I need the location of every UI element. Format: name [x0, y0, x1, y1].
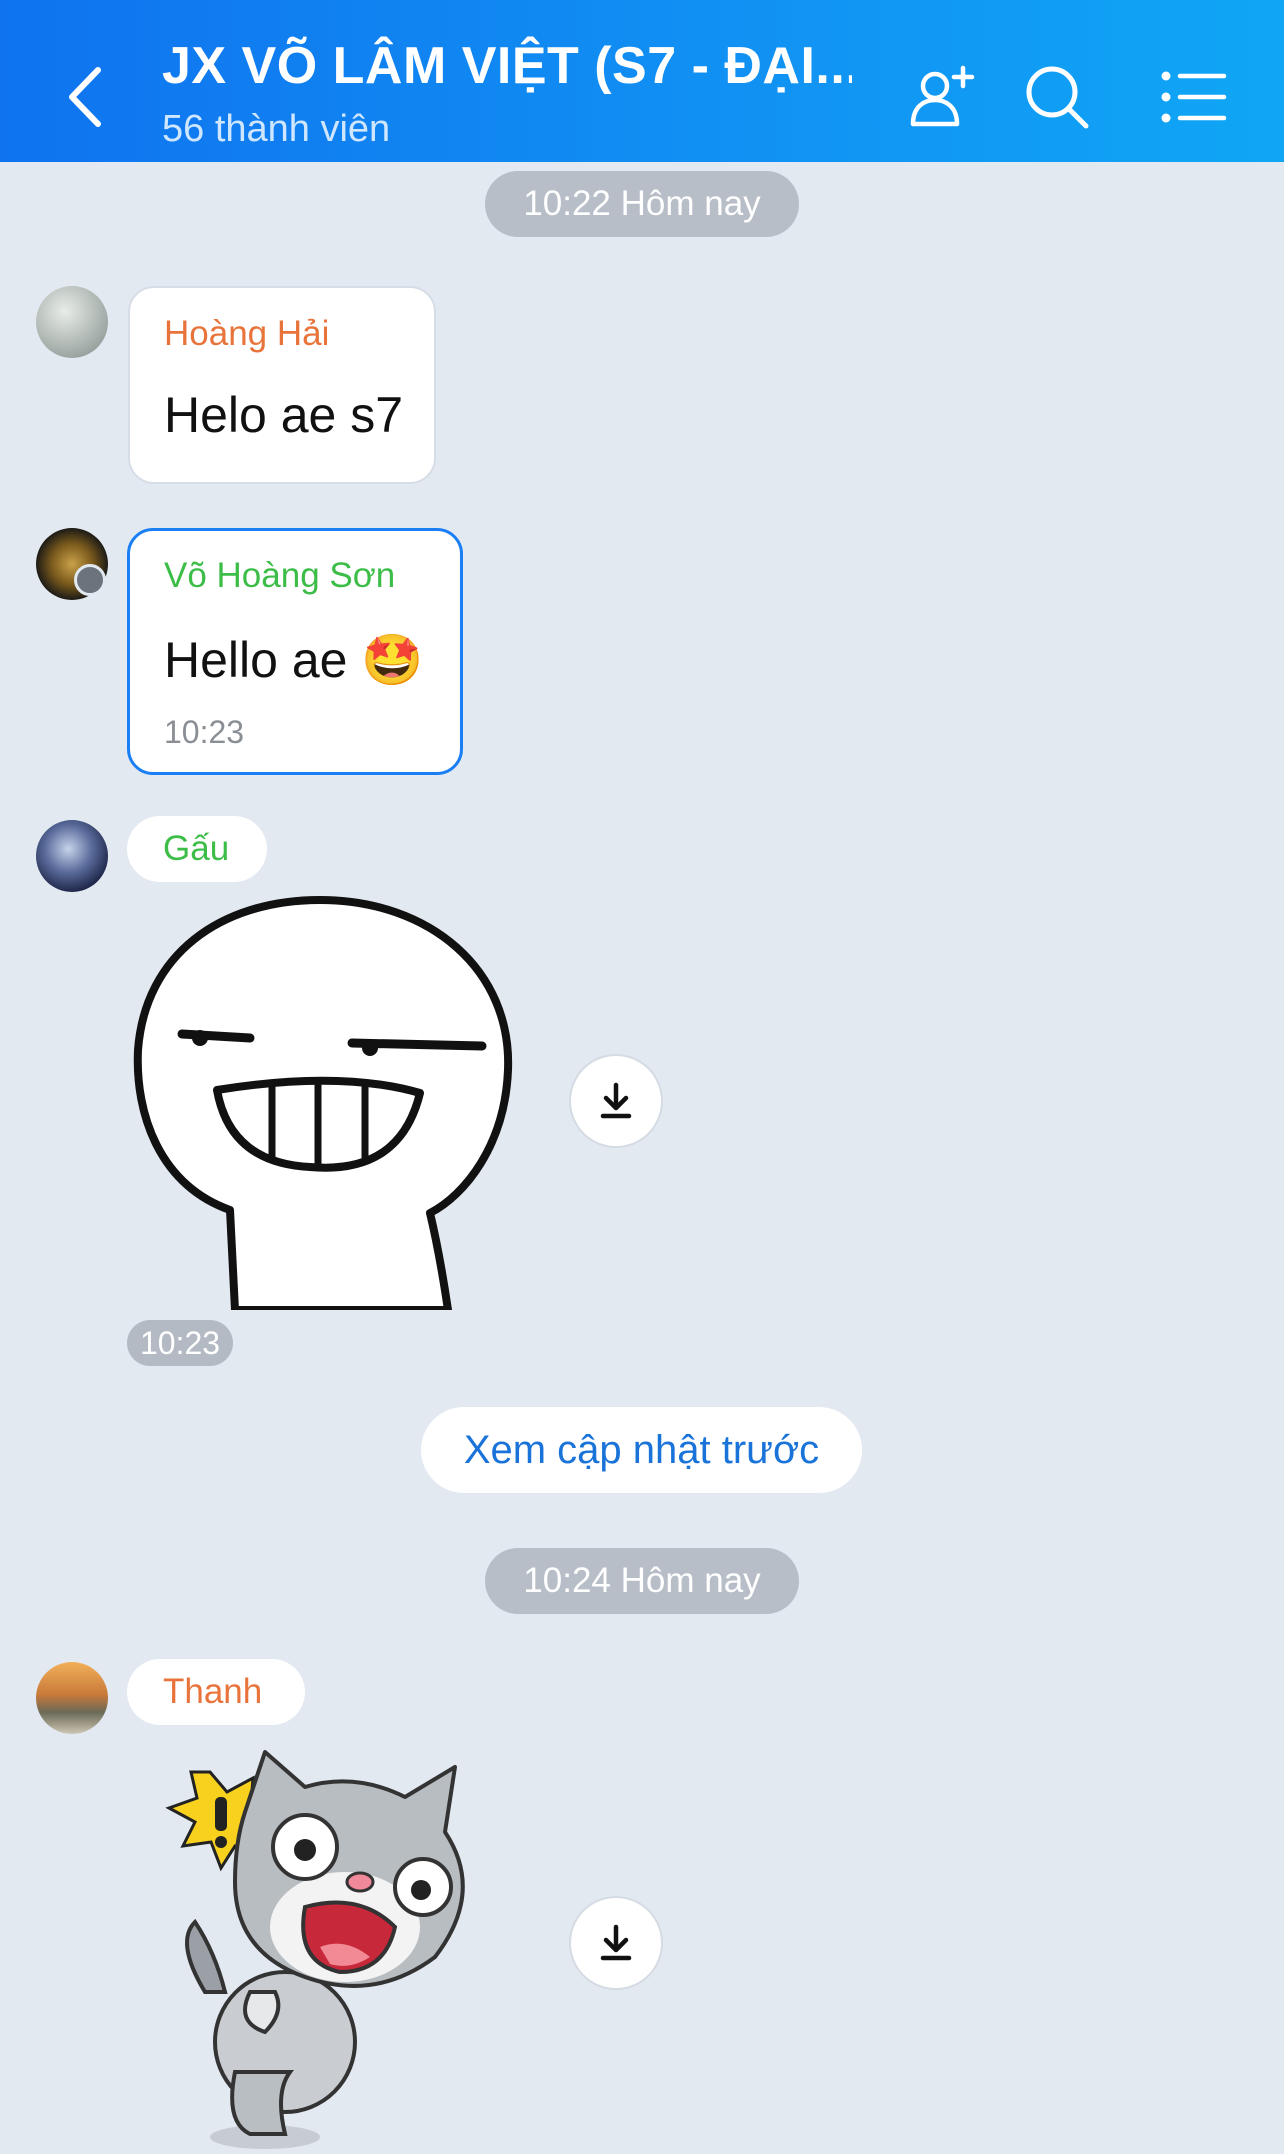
member-count[interactable]: 56 thành viên	[162, 108, 390, 151]
download-icon	[600, 1082, 632, 1119]
avatar[interactable]	[36, 286, 108, 358]
sender-name-pill: Gấu	[127, 816, 267, 882]
date-separator: 10:22 Hôm nay	[485, 171, 799, 237]
grinning-face-sticker[interactable]	[130, 895, 530, 1310]
message-time: 10:23	[164, 714, 245, 750]
back-icon[interactable]	[60, 62, 110, 132]
sender-name: Võ Hoàng Sơn	[164, 556, 396, 595]
menu-list-icon[interactable]	[1160, 62, 1228, 132]
sender-name: Hoàng Hải	[164, 314, 330, 353]
message-bubble[interactable]: Võ Hoàng Sơn Hello ae 🤩 10:23	[127, 528, 463, 775]
add-member-icon[interactable]	[905, 62, 975, 132]
group-title[interactable]: JX VÕ LÂM VIỆT (S7 - ĐẠI...	[162, 36, 852, 96]
download-button[interactable]	[569, 1054, 663, 1148]
scared-cat-sticker[interactable]	[155, 1742, 535, 2152]
message-time: 10:23	[127, 1320, 233, 1366]
key-badge-icon	[74, 564, 106, 596]
sender-name-pill: Thanh	[127, 1659, 305, 1725]
search-icon[interactable]	[1022, 62, 1092, 132]
avatar[interactable]	[36, 820, 108, 892]
download-button[interactable]	[569, 1896, 663, 1990]
message-text: Hello ae 🤩	[164, 632, 424, 688]
chat-header: JX VÕ LÂM VIỆT (S7 - ĐẠI... 56 thành viê…	[0, 0, 1284, 162]
download-icon	[600, 1924, 632, 1961]
sender-name: Gấu	[163, 829, 230, 868]
sender-name: Thanh	[163, 1672, 263, 1711]
avatar[interactable]	[36, 1662, 108, 1734]
message-text: Helo ae s7	[164, 387, 404, 443]
message-bubble[interactable]: Hoàng Hải Helo ae s7	[128, 286, 436, 484]
date-separator: 10:24 Hôm nay	[485, 1548, 799, 1614]
load-previous-button[interactable]: Xem cập nhật trước	[421, 1407, 862, 1493]
